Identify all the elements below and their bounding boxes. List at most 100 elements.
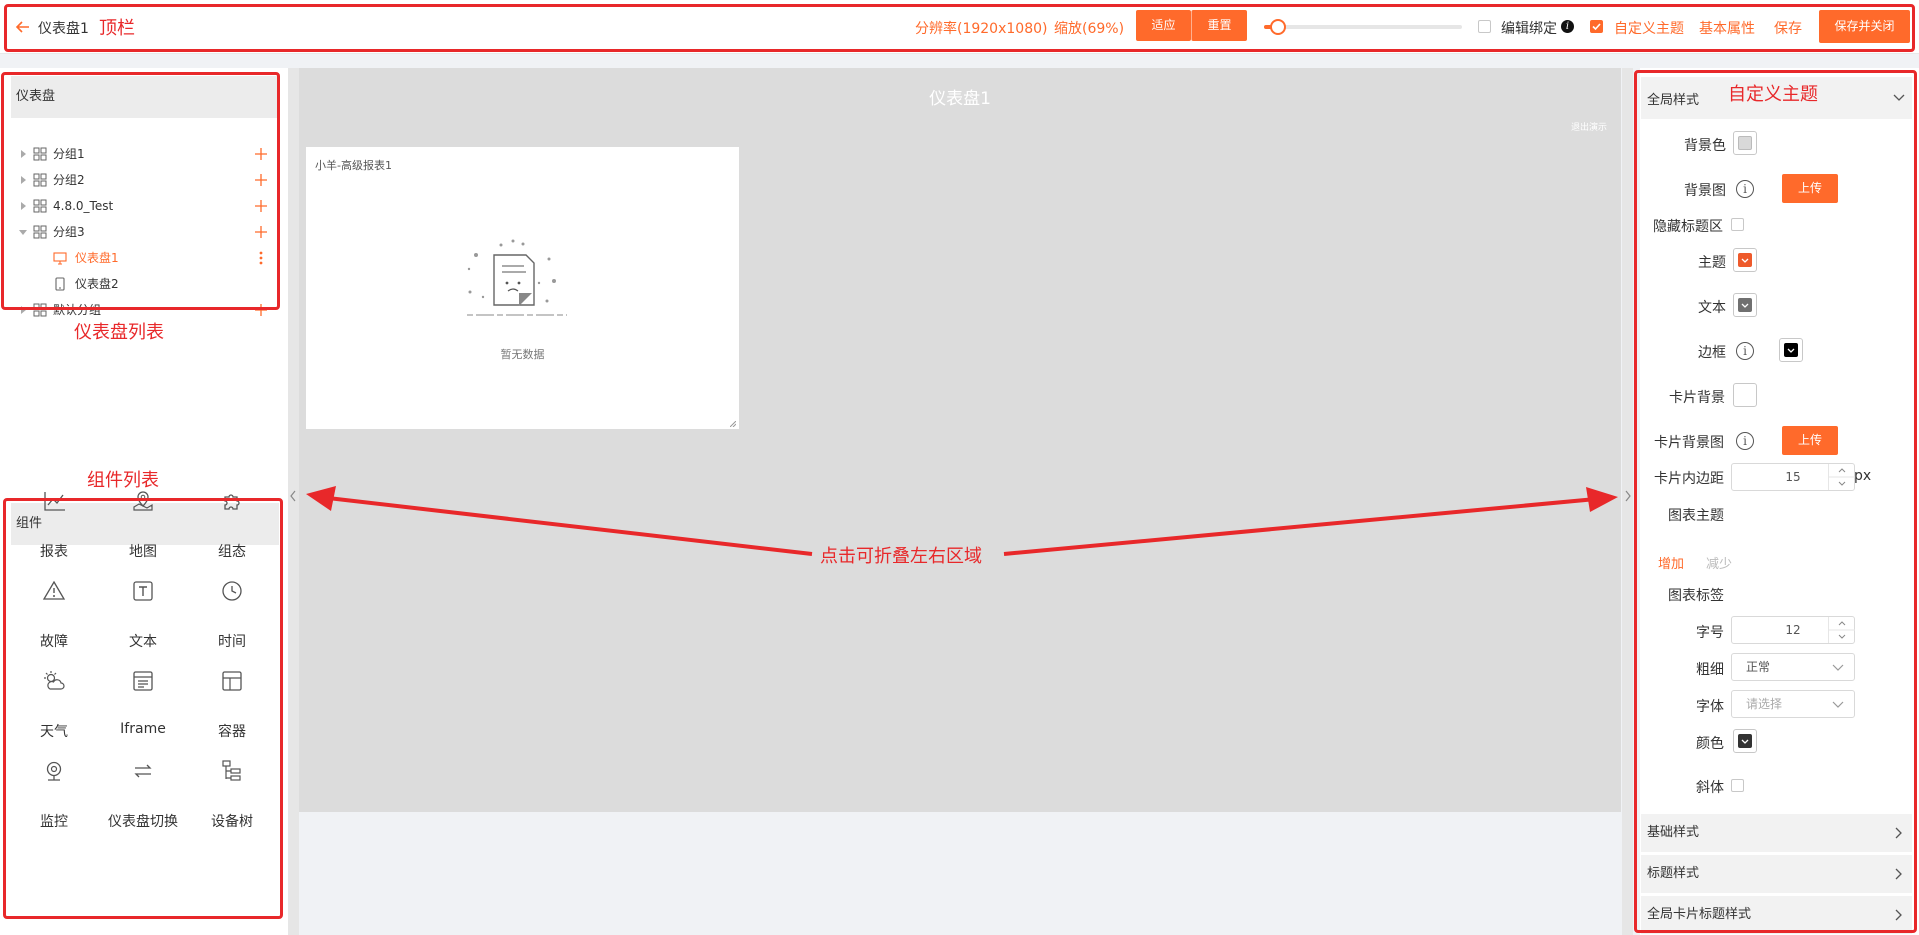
camera-icon (42, 759, 66, 783)
weight-select[interactable]: 正常 (1731, 653, 1855, 681)
tree-group[interactable]: 4.8.0_Test (0, 193, 288, 219)
color-label: 颜色 (1696, 736, 1724, 752)
font-size-input[interactable]: 12 (1731, 616, 1855, 644)
reset-button[interactable]: 重置 (1191, 10, 1247, 41)
component-item[interactable]: 地图 (98, 489, 188, 569)
line-chart-icon (42, 489, 66, 513)
edit-bind-label: 编辑绑定 (1501, 21, 1557, 37)
custom-theme-checkbox[interactable] (1590, 20, 1603, 33)
back-arrow-icon[interactable] (15, 19, 31, 35)
section-title-style[interactable]: 标题样式 (1641, 855, 1912, 893)
card-padding-stepper[interactable] (1828, 464, 1855, 490)
hide-title-label: 隐藏标题区 (1653, 219, 1723, 235)
hide-title-checkbox[interactable] (1731, 218, 1744, 231)
italic-checkbox[interactable] (1731, 779, 1744, 792)
text-color-fill (1738, 298, 1752, 312)
card-bg-color-picker[interactable] (1733, 383, 1757, 407)
caret-right-icon[interactable] (19, 150, 27, 158)
add-link[interactable]: 增加 (1658, 553, 1684, 572)
caret-down-icon[interactable] (19, 228, 27, 236)
dashboard-canvas[interactable]: 仪表盘1 退出演示 小羊-高级报表1 暂无数据 (299, 68, 1621, 812)
component-item[interactable]: 故障 (9, 579, 99, 659)
bg-image-upload-button[interactable]: 上传 (1782, 174, 1838, 203)
border-color-fill (1784, 343, 1798, 357)
zoom-slider-handle[interactable] (1270, 19, 1286, 35)
puzzle-icon (220, 489, 244, 513)
component-item[interactable]: 监控 (9, 759, 99, 839)
section-basic-style[interactable]: 基础样式 (1641, 814, 1912, 852)
card-bg-image-info-icon[interactable]: i (1736, 432, 1754, 450)
add-dashboard-icon[interactable] (254, 303, 268, 317)
map-icon (131, 489, 155, 513)
save-link[interactable]: 保存 (1774, 18, 1802, 38)
font-size-value: 12 (1785, 623, 1801, 637)
switch-icon (131, 759, 155, 783)
add-dashboard-icon[interactable] (254, 225, 268, 239)
tree-group[interactable]: 分组1 (0, 141, 288, 167)
bg-image-info-icon[interactable]: i (1736, 180, 1754, 198)
text-color-label: 文本 (1698, 300, 1726, 316)
component-item[interactable]: 文本 (98, 579, 188, 659)
group-icon (33, 199, 47, 213)
component-item[interactable]: 设备树 (187, 759, 277, 839)
component-item[interactable]: 天气 (9, 669, 99, 749)
border-color-picker[interactable] (1779, 338, 1803, 362)
tree-group[interactable]: 分组3 (0, 219, 288, 245)
left-splitter[interactable] (288, 68, 299, 935)
tree-group[interactable]: 分组2 (0, 167, 288, 193)
font-size-stepper[interactable] (1828, 617, 1855, 643)
chart-theme-label: 图表主题 (1668, 508, 1724, 524)
font-select[interactable]: 请选择 (1731, 690, 1855, 718)
tree-dashboard[interactable]: 仪表盘2 (0, 271, 288, 297)
group-icon (33, 147, 47, 161)
component-item[interactable]: 时间 (187, 579, 277, 659)
component-item[interactable]: 组态 (187, 489, 277, 569)
font-size-label: 字号 (1696, 625, 1724, 641)
border-info-icon[interactable]: i (1736, 342, 1754, 360)
resize-handle-icon[interactable] (730, 421, 736, 427)
component-label: 地图 (129, 544, 157, 560)
card-padding-input[interactable]: 15 (1731, 463, 1855, 491)
save-close-button[interactable]: 保存并关闭 (1819, 10, 1910, 43)
text-icon (131, 579, 155, 603)
bg-color-picker[interactable] (1733, 131, 1757, 155)
zoom-slider[interactable] (1264, 19, 1462, 35)
exit-demo-link[interactable]: 退出演示 (1571, 120, 1607, 133)
weather-icon (42, 669, 66, 693)
component-label: 组态 (218, 544, 246, 560)
empty-text: 暂无数据 (500, 348, 545, 361)
more-vertical-icon[interactable] (259, 251, 263, 265)
caret-right-icon[interactable] (19, 202, 27, 210)
caret-right-icon[interactable] (19, 176, 27, 184)
custom-theme-label[interactable]: 自定义主题 (1614, 18, 1684, 38)
add-dashboard-icon[interactable] (254, 199, 268, 213)
section-card-title-style[interactable]: 全局卡片标题样式 (1641, 896, 1912, 934)
edit-bind-checkbox[interactable] (1478, 20, 1491, 33)
add-dashboard-icon[interactable] (254, 147, 268, 161)
tree-item-label: 分组3 (53, 225, 85, 239)
basic-props-link[interactable]: 基本属性 (1699, 18, 1755, 38)
theme-color-fill (1738, 253, 1752, 267)
card-title: 小羊-高级报表1 (315, 159, 392, 172)
component-item[interactable]: 报表 (9, 489, 99, 569)
page-title: 仪表盘1 (38, 21, 89, 37)
resolution-label[interactable]: 分辨率(1920x1080) (915, 18, 1047, 38)
component-item[interactable]: 容器 (187, 669, 277, 749)
fit-button[interactable]: 适应 (1136, 10, 1191, 41)
reduce-link[interactable]: 减少 (1706, 553, 1732, 572)
tree-dashboard[interactable]: 仪表盘1 (0, 245, 288, 271)
caret-right-icon[interactable] (19, 306, 27, 314)
label-color-picker[interactable] (1733, 729, 1757, 753)
card-bg-upload-button[interactable]: 上传 (1782, 426, 1838, 455)
italic-label: 斜体 (1696, 780, 1724, 796)
bg-color-label: 背景色 (1684, 138, 1726, 154)
monitor-icon (53, 251, 67, 265)
add-dashboard-icon[interactable] (254, 173, 268, 187)
theme-color-picker[interactable] (1733, 248, 1757, 272)
component-item[interactable]: Iframe (98, 669, 188, 749)
tree-item-label: 4.8.0_Test (53, 199, 114, 213)
report-card[interactable]: 小羊-高级报表1 暂无数据 (306, 147, 739, 429)
component-item[interactable]: 仪表盘切换 (98, 759, 188, 839)
text-color-picker[interactable] (1733, 293, 1757, 317)
warning-icon (42, 579, 66, 603)
